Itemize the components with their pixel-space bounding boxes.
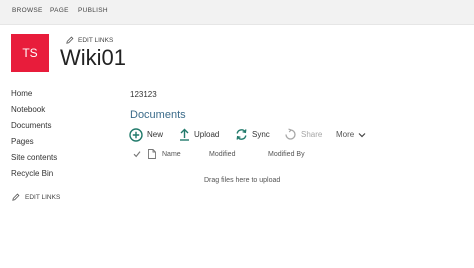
share-label: Share: [301, 130, 323, 139]
site-logo-text: TS: [22, 46, 38, 60]
drag-files-message: Drag files here to upload: [204, 177, 281, 184]
share-icon: [284, 128, 297, 141]
nav-item-pages[interactable]: Pages: [11, 137, 34, 146]
nav-item-documents[interactable]: Documents: [11, 121, 51, 130]
page-text-content: 123123: [130, 90, 157, 99]
nav-item-home[interactable]: Home: [11, 89, 32, 98]
edit-links-label: EDIT LINKS: [78, 36, 114, 44]
new-label: New: [147, 130, 164, 139]
column-header-modified-by[interactable]: Modified By: [268, 151, 305, 158]
nav-item-recycle-bin[interactable]: Recycle Bin: [11, 169, 53, 178]
tab-page[interactable]: PAGE: [50, 7, 69, 14]
edit-links-bottom[interactable]: EDIT LINKS: [12, 193, 60, 201]
tab-publish[interactable]: PUBLISH: [78, 7, 108, 14]
tab-browse[interactable]: BROWSE: [12, 7, 43, 14]
column-header-name[interactable]: Name: [162, 151, 181, 158]
more-button[interactable]: More: [336, 127, 366, 142]
pencil-icon: [66, 36, 74, 44]
upload-arrow-icon: [179, 128, 190, 141]
pencil-icon: [12, 193, 20, 201]
sharepoint-page: BROWSE PAGE PUBLISH TS EDIT LINKS Wiki01…: [0, 0, 474, 268]
library-title[interactable]: Documents: [130, 109, 186, 121]
sync-button[interactable]: Sync: [235, 127, 270, 142]
nav-item-site-contents[interactable]: Site contents: [11, 153, 57, 162]
site-logo[interactable]: TS: [11, 34, 49, 72]
more-label: More: [336, 130, 355, 139]
nav-item-notebook[interactable]: Notebook: [11, 105, 45, 114]
edit-links-label: EDIT LINKS: [25, 193, 61, 201]
sync-icon: [235, 128, 248, 141]
upload-label: Upload: [194, 130, 220, 139]
file-type-icon: [148, 149, 156, 159]
ribbon-bar: BROWSE PAGE PUBLISH: [0, 0, 474, 25]
share-button[interactable]: Share: [284, 127, 322, 142]
new-button[interactable]: New: [129, 127, 163, 142]
upload-button[interactable]: Upload: [179, 127, 219, 142]
column-header-modified[interactable]: Modified: [209, 151, 235, 158]
chevron-down-icon: [358, 132, 366, 138]
site-title[interactable]: Wiki01: [60, 45, 126, 71]
edit-links-top[interactable]: EDIT LINKS: [66, 36, 113, 44]
sync-label: Sync: [252, 130, 270, 139]
select-all-checkmark-icon[interactable]: [133, 150, 141, 158]
plus-circle-icon: [129, 127, 143, 142]
